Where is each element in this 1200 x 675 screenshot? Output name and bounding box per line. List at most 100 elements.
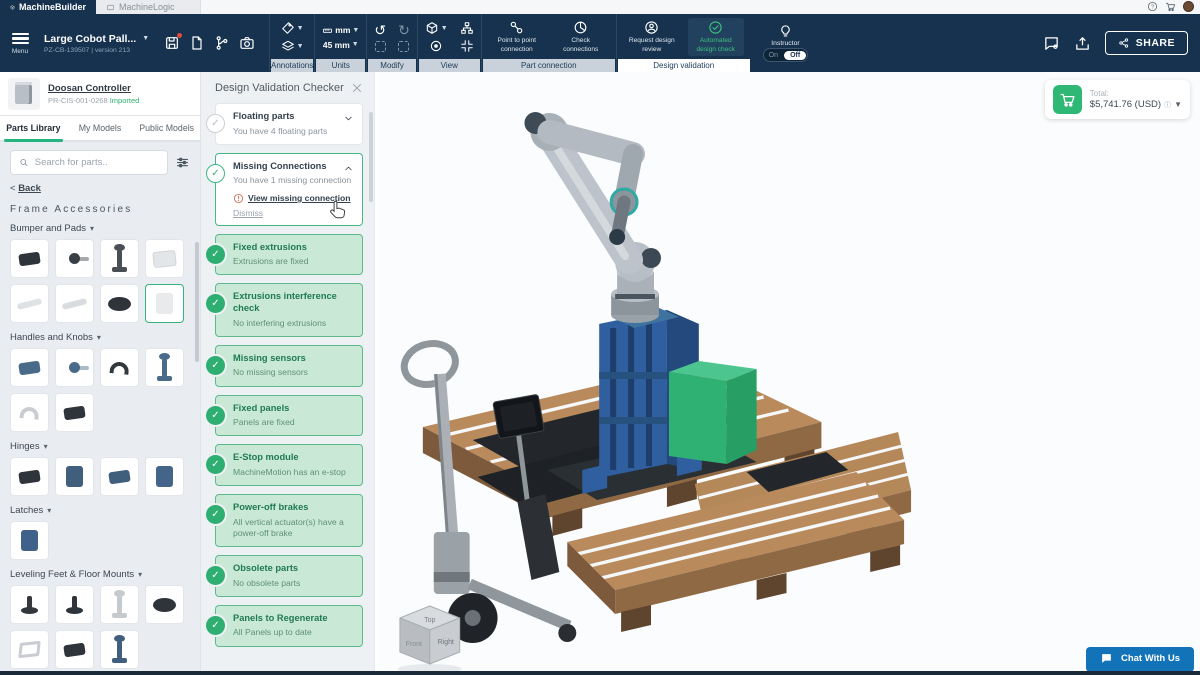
part-thumbnail[interactable] bbox=[100, 348, 139, 387]
tab-machinebuilder[interactable]: MachineBuilder bbox=[0, 0, 96, 14]
annotation-tag-dropdown[interactable]: ▼ bbox=[281, 21, 304, 35]
part-thumbnail[interactable] bbox=[55, 239, 94, 278]
part-thumbnail[interactable] bbox=[145, 457, 184, 496]
part-thumbnail[interactable] bbox=[100, 457, 139, 496]
filter-sliders-icon[interactable] bbox=[175, 155, 190, 170]
search-input[interactable] bbox=[35, 157, 159, 168]
part-thumbnail[interactable] bbox=[10, 393, 49, 432]
validation-card[interactable]: ✓Fixed panelsPanels are fixed bbox=[215, 395, 363, 437]
dismiss-link[interactable]: Dismiss bbox=[233, 208, 263, 218]
feedback-chat-icon[interactable] bbox=[1043, 35, 1060, 52]
view-cube-dropdown[interactable]: ▼ bbox=[425, 21, 448, 35]
instructor-control: Instructor On Off bbox=[751, 14, 820, 72]
project-meta: PZ-CB-139507 | version 213 bbox=[44, 47, 154, 54]
part-thumbnail[interactable] bbox=[10, 585, 49, 624]
part-thumbnail[interactable] bbox=[145, 348, 184, 387]
category-toggle[interactable]: Hinges▾ bbox=[0, 435, 200, 456]
undo-icon[interactable]: ↺ bbox=[374, 23, 386, 37]
upload-export-icon[interactable] bbox=[1074, 35, 1091, 52]
tab-public-models[interactable]: Public Models bbox=[133, 116, 200, 140]
part-thumbnail[interactable] bbox=[55, 585, 94, 624]
part-thumbnail[interactable] bbox=[55, 284, 94, 323]
part-thumbnail[interactable] bbox=[100, 630, 139, 669]
request-design-review-button[interactable]: Request design review bbox=[624, 18, 680, 55]
validation-card[interactable]: ✓Missing sensorsNo missing sensors bbox=[215, 345, 363, 387]
close-icon[interactable] bbox=[351, 82, 363, 94]
validation-card[interactable]: ✓E-Stop moduleMachineMotion has an e-sto… bbox=[215, 444, 363, 486]
point-to-point-button[interactable]: Point to point connection bbox=[489, 18, 545, 55]
cart-button[interactable] bbox=[1053, 85, 1082, 114]
select-group-icon[interactable] bbox=[398, 41, 409, 52]
help-icon[interactable]: ? bbox=[1147, 1, 1158, 12]
back-link[interactable]: < Back bbox=[0, 181, 200, 200]
redo-icon[interactable]: ↻ bbox=[398, 23, 410, 37]
export-file-icon[interactable] bbox=[189, 35, 205, 51]
part-thumbnail[interactable] bbox=[145, 284, 184, 323]
controller-link[interactable]: Doosan Controller bbox=[48, 83, 139, 94]
category-toggle[interactable]: Latches▾ bbox=[0, 499, 200, 520]
cube-face-front[interactable]: Front bbox=[406, 641, 422, 648]
chat-with-us-button[interactable]: Chat With Us bbox=[1086, 647, 1194, 672]
validation-card[interactable]: ✓Panels to RegenerateAll Panels up to da… bbox=[215, 605, 363, 647]
plate-part-shape bbox=[152, 249, 177, 267]
screenshot-camera-icon[interactable] bbox=[239, 35, 255, 51]
part-thumbnail[interactable] bbox=[55, 630, 94, 669]
category-toggle[interactable]: Leveling Feet & Floor Mounts▾ bbox=[0, 563, 200, 584]
check-connections-button[interactable]: Check connections bbox=[553, 18, 609, 55]
validation-card[interactable]: ✓Fixed extrusionsExtrusions are fixed bbox=[215, 234, 363, 276]
part-thumbnail[interactable] bbox=[145, 585, 184, 624]
part-thumbnail[interactable] bbox=[145, 239, 184, 278]
part-thumbnail[interactable] bbox=[100, 284, 139, 323]
part-thumbnail[interactable] bbox=[55, 393, 94, 432]
part-thumbnail[interactable] bbox=[100, 239, 139, 278]
tab-parts-library[interactable]: Parts Library bbox=[0, 116, 67, 140]
knob-part-shape bbox=[69, 362, 80, 373]
select-box-icon[interactable] bbox=[375, 41, 386, 52]
part-thumbnail[interactable] bbox=[10, 348, 49, 387]
fit-view-icon[interactable] bbox=[460, 39, 474, 53]
cube-face-right[interactable]: Right bbox=[438, 639, 454, 646]
cube-face-top[interactable]: Top bbox=[424, 617, 435, 624]
category-toggle[interactable]: Bumper and Pads▾ bbox=[0, 217, 200, 238]
instructor-toggle[interactable]: On Off bbox=[763, 48, 808, 62]
viewport-3d[interactable]: Top Front Right Total: $5,741.76 (USD)ⓘ▼… bbox=[375, 72, 1200, 675]
part-thumbnail[interactable] bbox=[10, 284, 49, 323]
total-label: Total: bbox=[1090, 89, 1182, 98]
part-thumbnail[interactable] bbox=[10, 457, 49, 496]
annotation-layers-dropdown[interactable]: ▼ bbox=[281, 39, 304, 53]
chevron-up-icon[interactable] bbox=[343, 163, 354, 174]
extrusion-size-dropdown[interactable]: 45 mm▼ bbox=[323, 40, 359, 50]
automated-design-check-button[interactable]: Automated design check bbox=[688, 18, 744, 55]
tab-my-models[interactable]: My Models bbox=[67, 116, 134, 140]
controller-card[interactable]: Doosan Controller PR-CIS-001-0268 Import… bbox=[0, 72, 200, 116]
validation-card[interactable]: ✓Obsolete partsNo obsolete parts bbox=[215, 555, 363, 597]
part-thumbnail[interactable] bbox=[10, 630, 49, 669]
share-button[interactable]: SHARE bbox=[1105, 31, 1188, 55]
checker-scrollbar[interactable] bbox=[369, 112, 373, 202]
validation-card[interactable]: ✓Extrusions interference checkNo interfe… bbox=[215, 283, 363, 336]
validation-card[interactable]: ✓Floating partsYou have 4 floating parts bbox=[215, 103, 363, 145]
part-thumbnail[interactable] bbox=[55, 348, 94, 387]
part-thumbnail[interactable] bbox=[10, 239, 49, 278]
hierarchy-tree-icon[interactable] bbox=[460, 21, 474, 35]
cart-icon[interactable] bbox=[1165, 1, 1176, 12]
version-branch-icon[interactable] bbox=[214, 35, 230, 51]
tab-machinelogic[interactable]: MachineLogic bbox=[96, 0, 201, 14]
validation-card-subtitle: You have 1 missing connection bbox=[233, 175, 354, 186]
part-thumbnail[interactable] bbox=[55, 457, 94, 496]
chevron-down-icon[interactable]: ▼ bbox=[1174, 100, 1182, 109]
hook-part-shape bbox=[19, 406, 39, 420]
category-toggle[interactable]: Handles and Knobs▾ bbox=[0, 326, 200, 347]
unit-system-dropdown[interactable]: mm▼ bbox=[322, 25, 359, 36]
part-thumbnail[interactable] bbox=[10, 521, 49, 560]
validation-card[interactable]: ✓Power-off brakesAll vertical actuator(s… bbox=[215, 494, 363, 547]
menu-button[interactable]: Menu bbox=[0, 14, 40, 72]
project-name-dropdown[interactable]: Large Cobot Pall...▼ bbox=[44, 33, 154, 45]
validation-card-subtitle: No obsolete parts bbox=[233, 578, 354, 589]
render-orb-icon[interactable] bbox=[429, 39, 443, 53]
chevron-down-icon[interactable] bbox=[343, 113, 354, 124]
sidebar-scrollbar[interactable] bbox=[195, 242, 199, 362]
user-avatar[interactable] bbox=[1183, 1, 1194, 12]
part-thumbnail[interactable] bbox=[100, 585, 139, 624]
save-icon[interactable] bbox=[164, 35, 180, 51]
